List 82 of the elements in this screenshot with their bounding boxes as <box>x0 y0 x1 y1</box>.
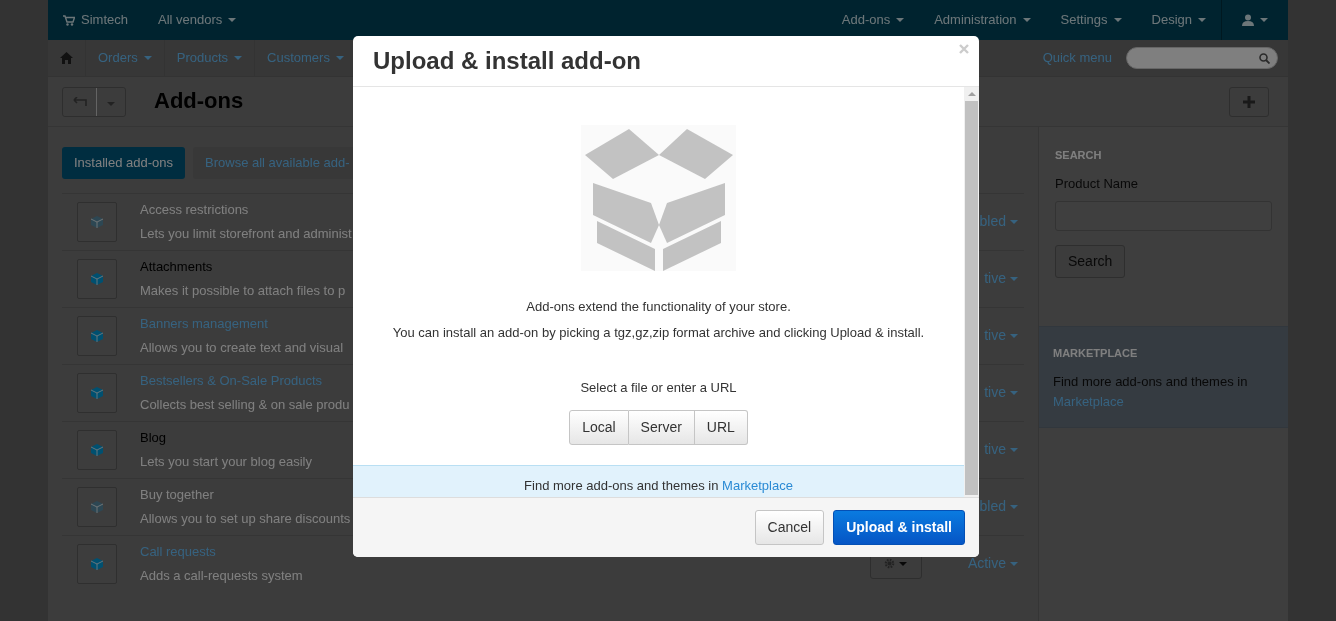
caret-icon <box>143 56 152 60</box>
tab[interactable]: Installed add-ons <box>62 147 185 179</box>
status-dropdown[interactable]: tive <box>984 382 1018 403</box>
nav-menu[interactable]: Add-ons <box>826 0 920 40</box>
addon-title-link[interactable]: Bestsellers & On-Sale Products <box>140 371 323 391</box>
plus-icon <box>1243 96 1255 109</box>
addon-description: Allows you to set up share discounts <box>140 509 351 528</box>
marketplace-link[interactable]: Marketplace <box>722 477 793 493</box>
caret-icon <box>335 56 344 60</box>
gear-icon <box>884 558 896 569</box>
status-dropdown[interactable]: tive <box>984 439 1018 460</box>
caret-icon <box>1022 18 1031 22</box>
caret-icon <box>107 101 115 106</box>
close-icon[interactable] <box>959 44 969 54</box>
addon-description: Lets you limit storefront and administ <box>140 224 352 243</box>
addon-title: Attachments <box>140 258 213 276</box>
vendor-menu[interactable]: All vendors <box>142 0 252 40</box>
status-dropdown[interactable]: tive <box>984 325 1018 346</box>
caret-icon <box>1010 333 1018 338</box>
caret-icon <box>1010 390 1018 395</box>
caret-icon <box>899 561 908 566</box>
addon-description: Makes it possible to attach files to p <box>140 281 346 300</box>
caret-icon <box>896 18 905 22</box>
dialog-title: Upload & install add-on <box>373 46 641 76</box>
addon-title-link[interactable]: Call requests <box>140 542 216 562</box>
source-button[interactable]: URL <box>694 409 748 445</box>
addon-description: Lets you start your blog easily <box>140 452 312 471</box>
cube-icon <box>90 442 104 457</box>
cube-icon <box>90 499 104 514</box>
nav-menu[interactable]: Orders <box>86 40 165 76</box>
cube-icon <box>90 271 104 286</box>
select-label: Select a file or enter a URL <box>580 379 737 397</box>
section-heading: SEARCH <box>1055 148 1102 163</box>
cancel-button[interactable]: Cancel <box>754 510 825 545</box>
nav-menu[interactable]: Settings <box>1045 0 1137 40</box>
quick-search-field[interactable] <box>1126 47 1278 69</box>
addon-description: Allows you to create text and visual <box>140 338 344 357</box>
note-text: Find more add-ons and themes in Marketplace <box>524 477 793 493</box>
add-button[interactable] <box>1229 86 1269 117</box>
caret-icon <box>1010 276 1018 281</box>
upload-install-button[interactable]: Upload & install <box>833 510 965 545</box>
status-dropdown[interactable]: bled <box>979 211 1018 232</box>
scrollbar[interactable] <box>964 87 979 497</box>
caret-icon <box>234 56 243 60</box>
addon-title: Buy together <box>140 486 214 504</box>
caret-icon <box>1113 18 1122 22</box>
caret-icon <box>1260 18 1268 22</box>
caret-icon <box>228 18 237 22</box>
cube-icon <box>90 214 104 229</box>
source-button[interactable]: Local <box>569 409 629 445</box>
cube-icon <box>90 385 104 400</box>
search-icon <box>1259 52 1270 64</box>
caret-icon <box>1010 504 1018 509</box>
addon-title: Blog <box>140 429 167 447</box>
caret-icon <box>1010 561 1018 566</box>
cart-icon <box>63 14 75 26</box>
scroll-up-arrow-icon[interactable] <box>967 91 976 97</box>
cube-icon <box>90 556 104 571</box>
caret-icon <box>1198 18 1206 22</box>
back-arrow-icon <box>72 97 87 108</box>
addon-description: Adds a call-requests system <box>140 566 303 585</box>
addon-description: Collects best selling & on sale produ <box>140 395 350 414</box>
caret-icon <box>1010 447 1018 452</box>
section-heading: MARKETPLACE <box>1053 346 1138 361</box>
quick-menu-link[interactable]: Quick menu <box>1042 48 1112 68</box>
cube-icon <box>90 328 104 343</box>
caret-icon <box>1010 219 1018 224</box>
page-title: Add-ons <box>154 88 244 115</box>
source-button[interactable]: Server <box>628 409 695 445</box>
brand-link[interactable]: Simtech <box>48 0 143 40</box>
user-icon <box>1242 14 1254 26</box>
nav-menu[interactable]: Design <box>1136 0 1221 40</box>
home-icon <box>60 52 73 64</box>
addon-title-link[interactable]: Banners management <box>140 314 268 334</box>
status-dropdown[interactable]: Active <box>967 553 1018 574</box>
nav-menu[interactable]: Administration <box>919 0 1046 40</box>
description-text: Add-ons extend the functionality of your store. <box>526 298 791 316</box>
nav-menu[interactable]: Products <box>164 40 256 76</box>
addon-title: Access restrictions <box>140 201 249 219</box>
status-dropdown[interactable]: bled <box>979 496 1018 517</box>
status-dropdown[interactable]: tive <box>984 268 1018 289</box>
description-text: You can install an add-on by picking a tgz,gz,zip format archive and clicking Upload & install. <box>392 323 925 342</box>
